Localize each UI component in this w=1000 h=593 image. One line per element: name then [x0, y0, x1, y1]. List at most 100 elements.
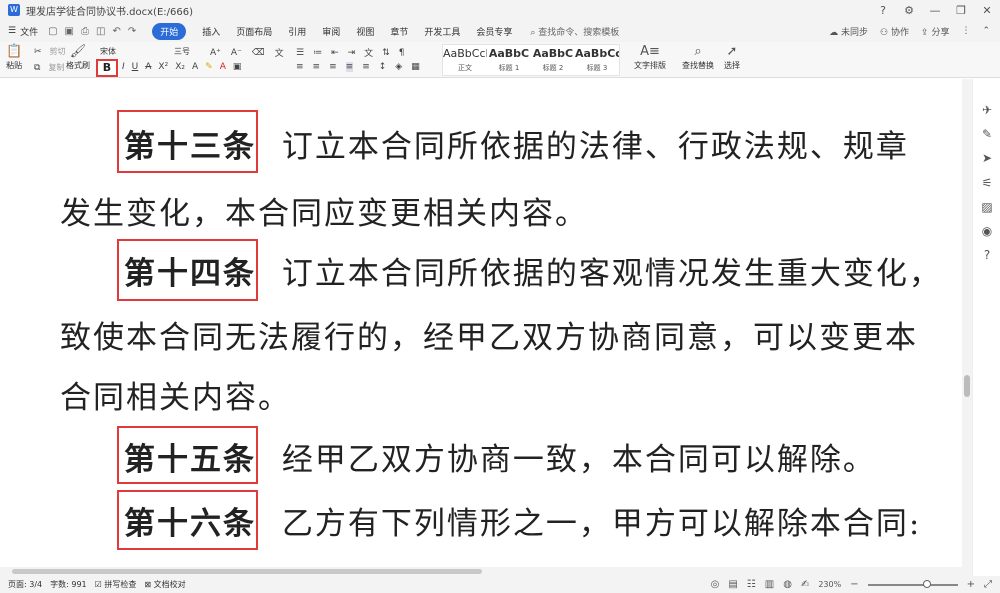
strikethrough-icon[interactable]: A — [145, 62, 151, 72]
show-marks-icon[interactable]: ¶ — [399, 48, 405, 58]
word-count[interactable]: 字数: 991 — [50, 579, 87, 590]
fit-page-icon[interactable]: ⤢ — [984, 579, 992, 590]
text-layout-button[interactable]: A≡ 文字排版 — [634, 44, 666, 71]
web-view-icon[interactable]: ◍ — [783, 579, 792, 590]
undo-icon[interactable]: ↶ — [112, 26, 120, 37]
sync-status[interactable]: ☁ 未同步 — [829, 25, 868, 38]
command-search[interactable]: ⌕ 查找命令、搜索模板 — [530, 25, 619, 38]
paragraph-14-line-2: 致使本合同无法履行的，经甲乙双方协商同意，可以变更本 — [60, 320, 918, 356]
collapse-ribbon-icon[interactable]: ⌃ — [982, 26, 990, 36]
page-indicator[interactable]: 页面: 3/4 — [8, 579, 42, 590]
style-heading-3[interactable]: AaBbCc 标题 3 — [575, 45, 619, 75]
spell-check-toggle[interactable]: ☑ 拼写检查 — [95, 579, 137, 590]
page-view-icon[interactable]: ▤ — [728, 579, 737, 590]
shrink-font-icon[interactable]: A⁻ — [231, 48, 242, 58]
outline-view-icon[interactable]: ☷ — [747, 579, 756, 590]
tab-developer[interactable]: 开发工具 — [424, 23, 460, 40]
eye-protection-icon[interactable]: ◎ — [711, 579, 720, 590]
sort-icon[interactable]: ⇅ — [382, 48, 390, 58]
tab-page-layout[interactable]: 页面布局 — [236, 23, 272, 40]
zoom-slider-knob[interactable] — [923, 579, 931, 588]
doc-proofread-button[interactable]: ⊠ 文档校对 — [144, 579, 185, 590]
preview-icon[interactable]: ◫ — [96, 26, 105, 37]
find-replace-button[interactable]: ⌕ 查找替换 — [682, 44, 714, 71]
pointer-icon[interactable]: ➤ — [980, 151, 994, 165]
close-button[interactable]: ✕ — [980, 4, 994, 17]
more-icon[interactable]: ⋮ — [961, 26, 970, 36]
copy-button[interactable]: ⧉ 复制 — [34, 62, 64, 73]
edit-icon[interactable]: ✎ — [980, 127, 994, 141]
format-painter-button[interactable]: 🖌 格式刷 — [66, 44, 90, 71]
font-size-select[interactable]: 三号 — [174, 46, 204, 58]
location-icon[interactable]: ◉ — [980, 224, 994, 238]
align-left-icon[interactable]: ≡ — [296, 62, 304, 72]
italic-icon[interactable]: I — [122, 62, 125, 72]
bold-button[interactable]: B — [96, 59, 118, 77]
underline-icon[interactable]: U — [132, 62, 139, 72]
style-normal[interactable]: AaBbCcDd 正文 — [443, 45, 487, 75]
zoom-slider[interactable] — [867, 579, 958, 588]
tab-review[interactable]: 审阅 — [322, 23, 340, 40]
cut-button[interactable]: ✂ 剪切 — [34, 46, 66, 57]
document-canvas[interactable]: 第十三条 订立本合同所依据的法律、行政法规、规章 发生变化，本合同应变更相关内容… — [0, 79, 962, 576]
style-heading-2[interactable]: AaBbC 标题 2 — [531, 45, 575, 75]
help-icon[interactable]: ? — [876, 4, 890, 17]
tab-section[interactable]: 章节 — [390, 23, 408, 40]
reading-view-icon[interactable]: ▥ — [765, 579, 774, 590]
chinese-layout-icon[interactable]: 文 — [364, 46, 373, 59]
rocket-icon[interactable]: ✈ — [980, 103, 994, 117]
line-spacing-icon[interactable]: ↕ — [379, 62, 387, 72]
new-doc-icon[interactable]: ▢ — [48, 26, 57, 37]
vertical-scroll-thumb[interactable] — [964, 375, 970, 397]
borders-icon[interactable]: ▦ — [411, 62, 420, 72]
horizontal-scrollbar[interactable] — [0, 567, 962, 576]
zoom-in-icon[interactable]: + — [967, 579, 975, 590]
settings-icon[interactable]: ⚙ — [902, 4, 916, 17]
numbered-list-icon[interactable]: ≔ — [313, 48, 322, 58]
align-center-icon[interactable]: ≡ — [313, 62, 321, 72]
collaborate-button[interactable]: ⚇ 协作 — [880, 25, 909, 38]
tab-home[interactable]: 开始 — [152, 22, 187, 40]
char-border-icon[interactable]: ▣ — [233, 62, 242, 72]
grow-font-icon[interactable]: A⁺ — [210, 48, 221, 58]
restore-button[interactable]: ❐ — [954, 4, 968, 17]
justify-icon[interactable]: ≡ — [345, 62, 354, 72]
zoom-out-icon[interactable]: − — [850, 579, 858, 590]
help-circle-icon[interactable]: ? — [980, 248, 994, 262]
shading-icon[interactable]: ◈ — [395, 62, 402, 72]
file-menu[interactable]: ☰ 文件 — [8, 25, 38, 38]
horizontal-scroll-thumb[interactable] — [12, 569, 482, 574]
pinyin-icon[interactable]: 文 — [275, 46, 284, 59]
tab-insert[interactable]: 插入 — [202, 23, 220, 40]
font-name-select[interactable]: 宋体 — [100, 46, 162, 58]
zoom-level[interactable]: 230% — [818, 580, 841, 589]
paste-button[interactable]: 📋 粘贴 — [6, 44, 22, 71]
clear-format-icon[interactable]: ⌫ — [252, 48, 265, 58]
distribute-icon[interactable]: ≡ — [362, 62, 370, 72]
command-search-placeholder: 查找命令、搜索模板 — [538, 27, 620, 38]
vertical-scrollbar[interactable] — [962, 79, 972, 576]
tab-view[interactable]: 视图 — [356, 23, 374, 40]
write-mode-icon[interactable]: ✍ — [801, 579, 809, 590]
share-button[interactable]: ⇪ 分享 — [921, 25, 949, 38]
decrease-indent-icon[interactable]: ⇤ — [331, 48, 339, 58]
minimize-button[interactable]: — — [928, 4, 942, 17]
adjust-icon[interactable]: ⚟ — [980, 176, 994, 190]
superscript-icon[interactable]: X² — [158, 62, 168, 72]
redo-icon[interactable]: ↷ — [128, 26, 136, 37]
print-icon[interactable]: ⎙ — [81, 26, 89, 37]
font-color-icon[interactable]: A — [220, 62, 226, 72]
increase-indent-icon[interactable]: ⇥ — [348, 48, 356, 58]
align-right-icon[interactable]: ≡ — [329, 62, 337, 72]
tab-references[interactable]: 引用 — [288, 23, 306, 40]
tab-member[interactable]: 会员专享 — [476, 23, 512, 40]
bullet-list-icon[interactable]: ☰ — [296, 48, 304, 58]
style-heading-1[interactable]: AaBbC 标题 1 — [487, 45, 531, 75]
save-icon[interactable]: ▣ — [65, 26, 74, 37]
text-effect-icon[interactable]: A — [192, 62, 198, 72]
select-button[interactable]: ➚ 选择 — [724, 44, 740, 71]
sync-label: 未同步 — [841, 27, 869, 38]
highlight-icon[interactable]: ✎ — [205, 62, 213, 72]
image-icon[interactable]: ▨ — [980, 200, 994, 214]
subscript-icon[interactable]: X₂ — [175, 62, 185, 72]
